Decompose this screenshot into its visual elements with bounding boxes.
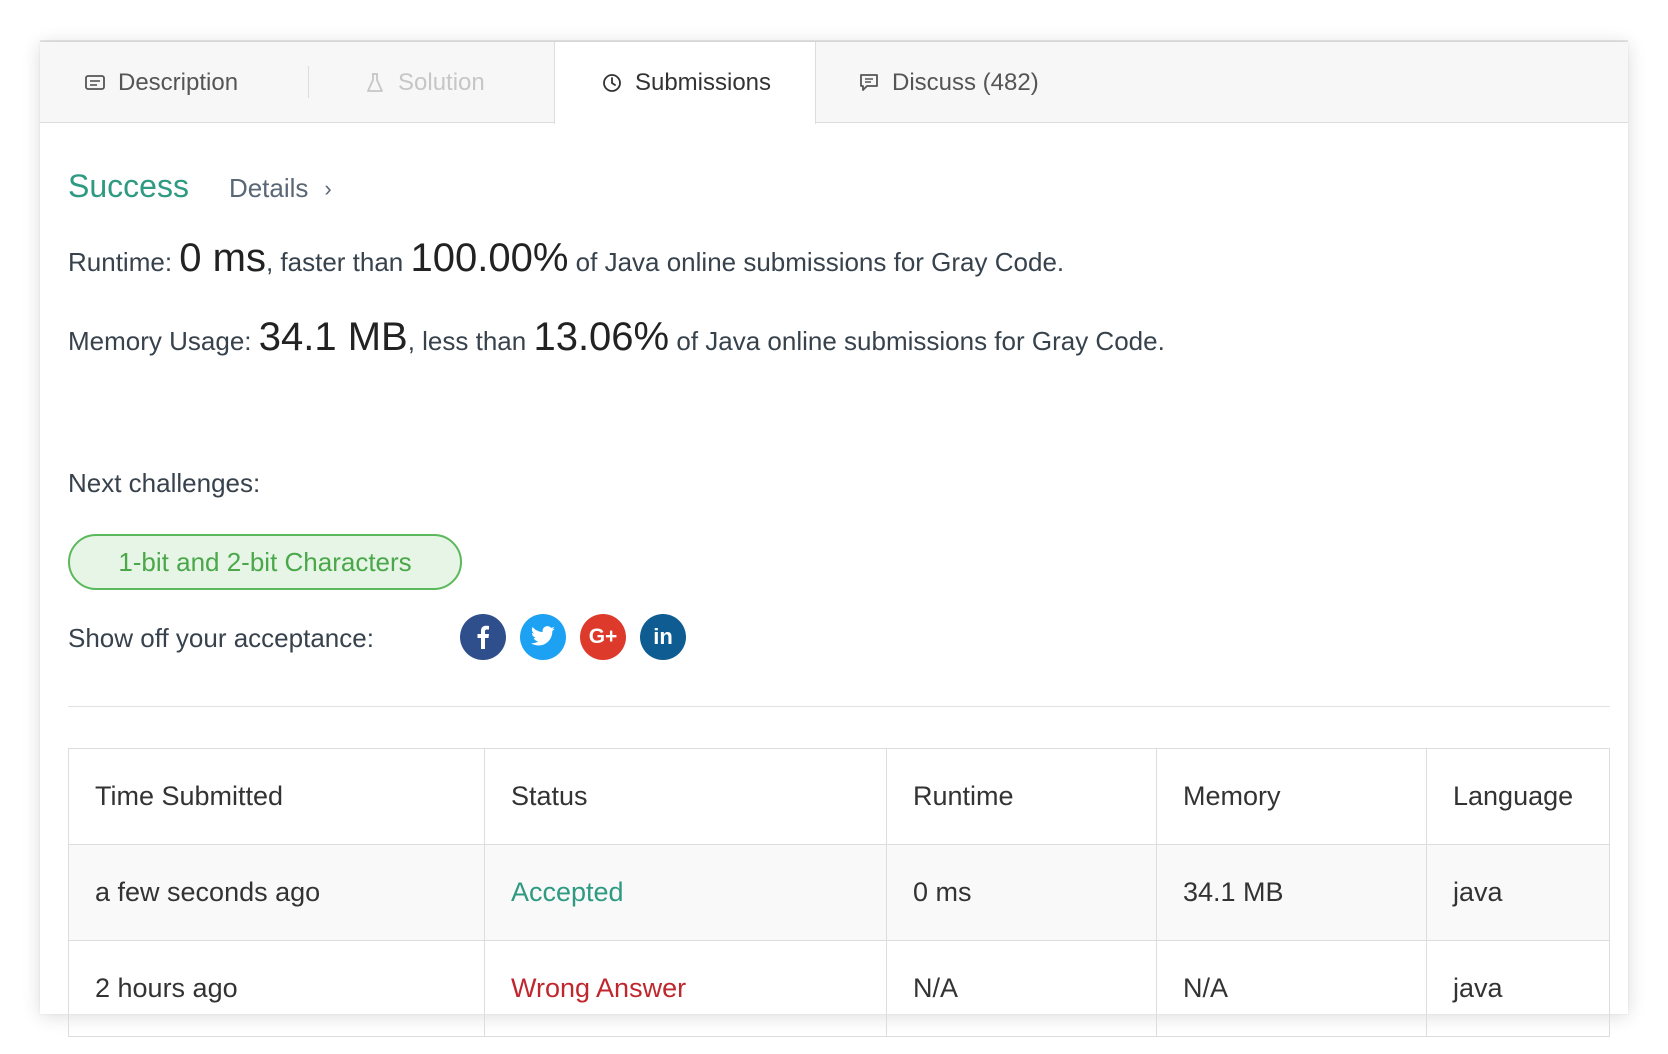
runtime-stat: Runtime: 0 ms, faster than 100.00% of Ja… bbox=[68, 236, 1064, 281]
submission-panel: Description Solution Submissions Discuss… bbox=[40, 42, 1628, 1037]
details-label: Details bbox=[228, 173, 309, 203]
runtime-suffix: of Java online submissions for Gray Code… bbox=[575, 247, 1065, 277]
cell-status-link[interactable]: Accepted bbox=[484, 844, 887, 941]
result-header: Success Details › bbox=[68, 168, 332, 205]
runtime-value: 0 ms bbox=[179, 236, 266, 280]
cell-language: java bbox=[1426, 940, 1610, 1037]
table-row: a few seconds ago Accepted 0 ms 34.1 MB … bbox=[68, 844, 1610, 941]
header-language: Language bbox=[1426, 748, 1610, 845]
facebook-icon bbox=[477, 625, 489, 649]
cell-time: 2 hours ago bbox=[68, 940, 485, 1037]
cell-memory: 34.1 MB bbox=[1156, 844, 1427, 941]
cell-runtime: 0 ms bbox=[886, 844, 1157, 941]
runtime-label: Runtime: bbox=[68, 247, 173, 277]
tab-solution[interactable]: Solution bbox=[362, 42, 485, 123]
header-memory: Memory bbox=[1156, 748, 1427, 845]
cell-status-link[interactable]: Wrong Answer bbox=[484, 940, 887, 1037]
memory-comparison: , less than bbox=[407, 326, 527, 356]
memory-stat: Memory Usage: 34.1 MB, less than 13.06% … bbox=[68, 315, 1165, 360]
clock-icon bbox=[599, 70, 625, 96]
tab-separator bbox=[308, 66, 309, 98]
facebook-share-button[interactable] bbox=[460, 614, 506, 660]
tab-label: Submissions bbox=[634, 69, 772, 96]
twitter-icon bbox=[530, 626, 555, 646]
header-time-submitted: Time Submitted bbox=[68, 748, 485, 845]
memory-suffix: of Java online submissions for Gray Code… bbox=[676, 326, 1165, 356]
details-link[interactable]: Details › bbox=[229, 173, 332, 204]
header-runtime: Runtime bbox=[886, 748, 1157, 845]
chevron-right-icon: › bbox=[324, 175, 332, 201]
share-label: Show off your acceptance: bbox=[68, 623, 374, 653]
memory-label: Memory Usage: bbox=[68, 326, 252, 356]
cell-runtime: N/A bbox=[886, 940, 1157, 1037]
table-header-row: Time Submitted Status Runtime Memory Lan… bbox=[68, 748, 1610, 845]
tab-submissions[interactable]: Submissions bbox=[554, 42, 816, 124]
cell-language: java bbox=[1426, 844, 1610, 941]
tab-label: Discuss (482) bbox=[892, 68, 1039, 96]
table-row: 2 hours ago Wrong Answer N/A N/A java bbox=[68, 940, 1610, 1037]
runtime-comparison: , faster than bbox=[265, 247, 404, 277]
linkedin-share-button[interactable]: in bbox=[640, 614, 686, 660]
description-icon bbox=[82, 70, 108, 96]
runtime-percent: 100.00% bbox=[410, 236, 569, 280]
google-plus-icon: G+ bbox=[588, 625, 618, 648]
tab-label: Solution bbox=[398, 68, 485, 96]
cell-memory: N/A bbox=[1156, 940, 1427, 1037]
section-divider bbox=[68, 706, 1610, 707]
challenge-pill[interactable]: 1-bit and 2-bit Characters bbox=[68, 534, 462, 590]
memory-value: 34.1 MB bbox=[258, 315, 408, 359]
submissions-table: Time Submitted Status Runtime Memory Lan… bbox=[68, 748, 1610, 1037]
tab-discuss[interactable]: Discuss (482) bbox=[856, 42, 1039, 123]
tab-description[interactable]: Description bbox=[82, 42, 238, 123]
cell-time: a few seconds ago bbox=[68, 844, 485, 941]
header-status: Status bbox=[484, 748, 887, 845]
tab-label: Description bbox=[118, 68, 239, 96]
flask-icon bbox=[362, 70, 388, 96]
google-plus-share-button[interactable]: G+ bbox=[580, 614, 626, 660]
twitter-share-button[interactable] bbox=[520, 614, 566, 660]
linkedin-icon: in bbox=[653, 624, 673, 649]
chat-icon bbox=[856, 70, 882, 96]
tab-bar: Description Solution Submissions Discuss… bbox=[40, 42, 1628, 124]
next-challenges-label: Next challenges: bbox=[68, 468, 261, 498]
result-status: Success bbox=[68, 168, 189, 204]
memory-percent: 13.06% bbox=[533, 315, 670, 359]
